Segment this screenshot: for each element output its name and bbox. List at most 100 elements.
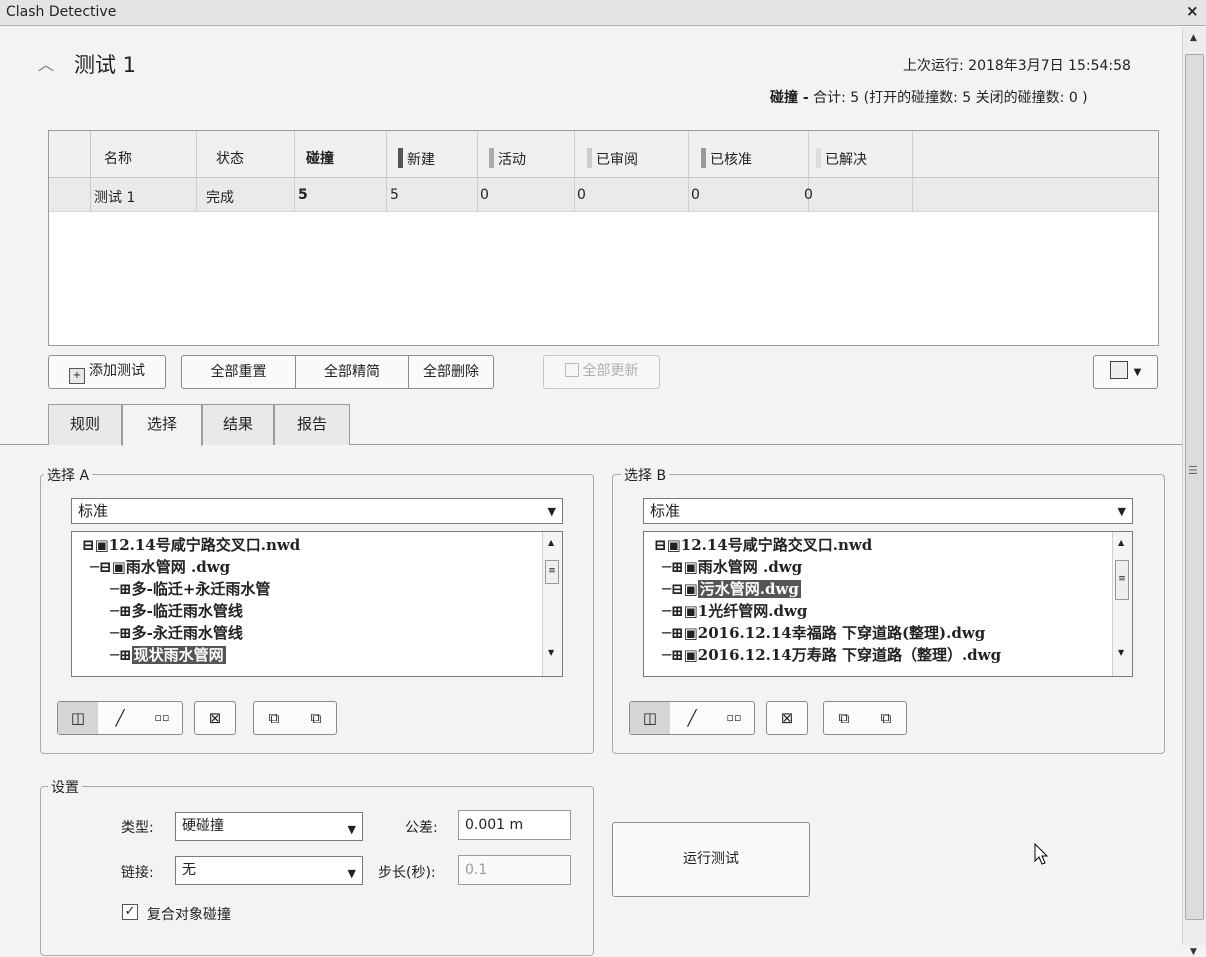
- tree-expand-icon[interactable]: ⊟: [654, 536, 667, 554]
- tree-expand-icon[interactable]: ⊞: [119, 624, 132, 642]
- delete-all-button[interactable]: 全部删除: [409, 356, 493, 388]
- lines-icon[interactable]: ╱: [672, 702, 712, 734]
- type-label: 类型:: [121, 820, 154, 836]
- composite-clash-label: 复合对象碰撞: [147, 907, 231, 923]
- tolerance-input[interactable]: 0.001 m: [458, 810, 571, 840]
- tree-expand-icon[interactable]: ⊞: [671, 646, 684, 664]
- col-header-name[interactable]: 名称: [104, 148, 132, 168]
- scrollbar-thumb[interactable]: ≡: [545, 560, 559, 584]
- tree-node[interactable]: ─⊞▣2016.12.14万寿路 下穿道路（整理）.dwg: [662, 644, 1001, 666]
- run-test-button[interactable]: 运行测试: [612, 822, 810, 897]
- compact-all-button[interactable]: 全部精简: [296, 356, 409, 388]
- tree-scrollbar[interactable]: ▲ ≡ ▼: [1112, 532, 1132, 676]
- close-icon[interactable]: ×: [1186, 2, 1199, 20]
- tree-expand-icon[interactable]: ⊞: [671, 624, 684, 642]
- selection-b-mode-value: 标准: [650, 502, 681, 520]
- add-test-button[interactable]: + 添加测试: [48, 355, 166, 389]
- scroll-down-icon[interactable]: ▼: [548, 648, 554, 657]
- type-select[interactable]: 硬碰撞 ▼: [175, 812, 363, 841]
- selection-a-tree[interactable]: ⊟▣12.14号咸宁路交叉口.nwd ─⊟▣雨水管网 .dwg ─⊞多-临迁+永…: [71, 531, 563, 677]
- col-header-reviewed[interactable]: 已审阅: [587, 148, 638, 169]
- composite-clash-checkbox[interactable]: ✓: [122, 904, 138, 920]
- self-intersect-icon[interactable]: ⊠: [767, 702, 807, 734]
- tree-node[interactable]: ─⊞▣雨水管网 .dwg: [662, 556, 802, 578]
- cell-new: 5: [390, 187, 399, 203]
- scrollbar-thumb[interactable]: [1185, 54, 1204, 920]
- surfaces-icon[interactable]: ◫: [630, 702, 670, 734]
- dropdown-arrow-icon: ▼: [1133, 367, 1142, 378]
- lines-icon[interactable]: ╱: [100, 702, 140, 734]
- points-icon[interactable]: ▫▫: [714, 702, 754, 734]
- tree-node-selected[interactable]: ─⊟▣ 污水管网.dwg: [662, 578, 801, 600]
- selection-a-mode-select[interactable]: 标准 ▼: [71, 498, 563, 524]
- tree-expand-icon[interactable]: ⊞: [671, 558, 684, 576]
- scroll-up-icon[interactable]: ▲: [1118, 538, 1124, 547]
- selection-b-legend: 选择 B: [621, 465, 670, 485]
- tree-node[interactable]: ⊟▣12.14号咸宁路交叉口.nwd: [654, 534, 872, 556]
- type-value: 硬碰撞: [182, 818, 224, 834]
- tree-node-label: 现状雨水管网: [131, 646, 226, 664]
- selection-a-self-intersect-tool: ⊠: [194, 701, 236, 735]
- tree-scrollbar[interactable]: ▲ ≡ ▼: [542, 532, 562, 676]
- tab-selection[interactable]: 选择: [122, 404, 202, 446]
- tree-node-label: 多-临迁+永迁雨水管: [131, 580, 271, 598]
- select-in-scene-icon[interactable]: ⧉: [866, 702, 906, 734]
- tree-node-selected[interactable]: ─⊞ 现状雨水管网: [110, 644, 226, 666]
- scrollbar-thumb[interactable]: ≡: [1115, 560, 1129, 600]
- import-export-button[interactable]: ▼: [1093, 355, 1158, 389]
- cell-reviewed: 0: [577, 187, 586, 203]
- tree-node-label: 1光纤管网.dwg: [697, 602, 808, 620]
- selection-a-mode-value: 标准: [78, 502, 109, 520]
- col-header-status[interactable]: 状态: [216, 148, 244, 168]
- col-header-new[interactable]: 新建: [398, 148, 435, 169]
- surfaces-icon[interactable]: ◫: [58, 702, 98, 734]
- file-icon: ▣: [666, 536, 681, 554]
- tree-expand-icon[interactable]: ⊞: [119, 602, 132, 620]
- tab-results[interactable]: 结果: [202, 404, 274, 445]
- tree-node[interactable]: ─⊞多-永迁雨水管线: [110, 622, 243, 644]
- collapse-chevron-icon[interactable]: ︿: [38, 51, 54, 75]
- cell-name: 测试 1: [94, 190, 136, 206]
- reviewed-status-bar: [587, 148, 592, 168]
- title-bar: Clash Detective ×: [0, 0, 1206, 26]
- scroll-down-icon[interactable]: ▼: [1190, 947, 1197, 957]
- step-label: 步长(秒):: [378, 865, 436, 881]
- tree-expand-icon[interactable]: ⊞: [119, 646, 132, 664]
- tree-node[interactable]: ─⊞▣1光纤管网.dwg: [662, 600, 807, 622]
- select-in-scene-icon[interactable]: ⧉: [296, 702, 336, 734]
- tree-node[interactable]: ─⊞多-临迁雨水管线: [110, 600, 243, 622]
- col-header-approved[interactable]: 已核准: [701, 148, 752, 169]
- tree-node[interactable]: ─⊟▣雨水管网 .dwg: [90, 556, 230, 578]
- col-header-clashes[interactable]: 碰撞: [306, 148, 334, 168]
- vertical-scrollbar[interactable]: ▲ ☰ ▼: [1182, 27, 1206, 957]
- scroll-up-icon[interactable]: ▲: [548, 538, 554, 547]
- use-current-selection-icon[interactable]: ⧉: [254, 702, 294, 734]
- col-header-resolved[interactable]: 已解决: [816, 148, 867, 169]
- tree-expand-icon[interactable]: ⊟: [82, 536, 95, 554]
- new-status-bar: [398, 148, 403, 168]
- tree-expand-icon[interactable]: ⊟: [99, 558, 112, 576]
- tree-node[interactable]: ⊟▣12.14号咸宁路交叉口.nwd: [82, 534, 300, 556]
- tree-expand-icon[interactable]: ⊞: [119, 580, 132, 598]
- tree-expand-icon[interactable]: ⊟: [671, 580, 684, 598]
- selection-b-tree[interactable]: ⊟▣12.14号咸宁路交叉口.nwd ─⊞▣雨水管网 .dwg ─⊟▣ 污水管网.…: [643, 531, 1133, 677]
- tab-rules[interactable]: 规则: [48, 404, 122, 445]
- tab-report[interactable]: 报告: [274, 404, 350, 445]
- self-intersect-icon[interactable]: ⊠: [195, 702, 235, 734]
- tree-node[interactable]: ─⊞▣2016.12.14幸福路 下穿道路(整理).dwg: [662, 622, 985, 644]
- link-select[interactable]: 无 ▼: [175, 856, 363, 885]
- reset-all-button[interactable]: 全部重置: [182, 356, 296, 388]
- col-header-active[interactable]: 活动: [489, 148, 526, 169]
- tree-expand-icon[interactable]: ⊞: [671, 602, 684, 620]
- tree-node[interactable]: ─⊞多-临迁+永迁雨水管: [110, 578, 270, 600]
- link-value: 无: [182, 862, 196, 878]
- add-test-label: 添加测试: [89, 363, 145, 379]
- points-icon[interactable]: ▫▫: [142, 702, 182, 734]
- update-all-button[interactable]: 全部更新: [543, 355, 660, 389]
- scroll-up-icon[interactable]: ▲: [1190, 33, 1197, 43]
- select-arrow-icon: ▼: [347, 823, 356, 836]
- step-input[interactable]: 0.1: [458, 855, 571, 885]
- selection-b-mode-select[interactable]: 标准 ▼: [643, 498, 1133, 524]
- use-current-selection-icon[interactable]: ⧉: [824, 702, 864, 734]
- scroll-down-icon[interactable]: ▼: [1118, 648, 1124, 657]
